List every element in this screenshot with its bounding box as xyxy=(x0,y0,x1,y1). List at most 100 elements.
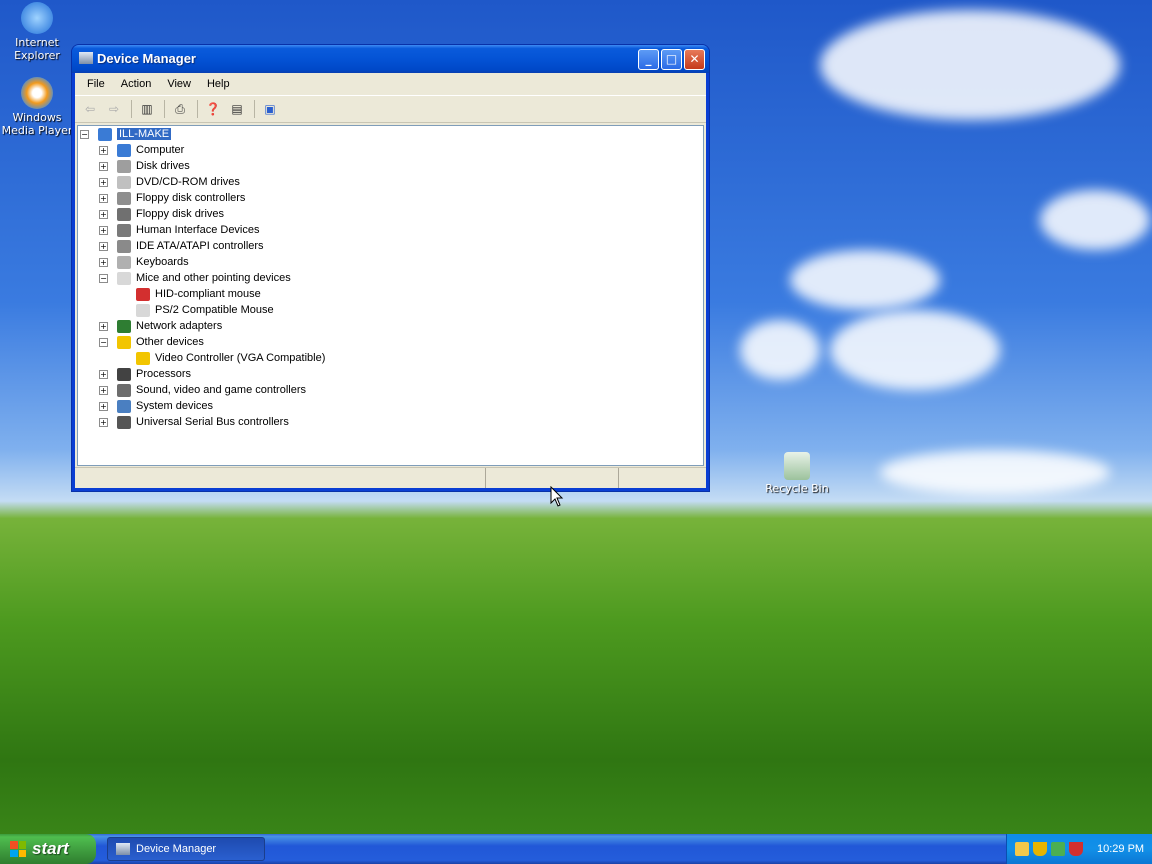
tree-item[interactable]: Universal Serial Bus controllers xyxy=(117,414,289,430)
windows-logo-icon xyxy=(10,841,26,857)
forward-button[interactable]: ⇨ xyxy=(103,99,125,119)
windows-media-player-icon xyxy=(21,77,53,109)
tree-item[interactable]: DVD/CD-ROM drives xyxy=(117,174,240,190)
start-label: start xyxy=(32,839,69,858)
tree-child-item[interactable]: Video Controller (VGA Compatible) xyxy=(136,350,325,366)
tree-item[interactable]: Keyboards xyxy=(117,254,189,270)
expand-icon[interactable]: + xyxy=(99,178,108,187)
close-button[interactable]: ✕ xyxy=(684,49,705,70)
network-tray-icon[interactable] xyxy=(1015,842,1029,856)
help-button[interactable]: ▤ xyxy=(226,99,248,119)
tree-item-label: Network adapters xyxy=(136,320,223,332)
taskbar: start Device Manager 10:29 PM xyxy=(0,834,1152,864)
print-button[interactable]: ⎙ xyxy=(169,99,191,119)
tree-item[interactable]: System devices xyxy=(117,398,213,414)
maximize-button[interactable]: □ xyxy=(661,49,682,70)
cloud xyxy=(790,250,940,310)
tree-item[interactable]: IDE ATA/ATAPI controllers xyxy=(117,238,264,254)
cdrom-icon xyxy=(117,175,131,189)
forward-icon: ⇨ xyxy=(108,102,120,116)
expand-icon[interactable]: + xyxy=(99,194,108,203)
tree-item[interactable]: Floppy disk drives xyxy=(117,206,224,222)
status-pane xyxy=(619,468,706,488)
expand-icon[interactable]: + xyxy=(99,162,108,171)
status-bar xyxy=(75,467,706,488)
tree-child-item[interactable]: PS/2 Compatible Mouse xyxy=(136,302,274,318)
window-body: File Action View Help ⇦ ⇨ ▥ ⎙ ❓ ▤ ▣ − ILL… xyxy=(75,73,706,488)
desktop-icon-label: Windows Media Player xyxy=(1,111,73,137)
desktop-icon-recycle-bin[interactable]: Recycle Bin xyxy=(757,452,837,495)
tree-item-label: Disk drives xyxy=(136,160,190,172)
security-shield-icon[interactable] xyxy=(1033,842,1047,856)
tree-child-item[interactable]: HID-compliant mouse xyxy=(136,286,261,302)
cloud xyxy=(880,450,1110,495)
menu-view[interactable]: View xyxy=(159,78,199,90)
tree-item[interactable]: Sound, video and game controllers xyxy=(117,382,306,398)
back-button[interactable]: ⇦ xyxy=(79,99,101,119)
collapse-icon[interactable]: − xyxy=(80,130,89,139)
toolbar-separator xyxy=(164,100,165,118)
show-hide-console-tree-button[interactable]: ▥ xyxy=(136,99,158,119)
tree-item-label: PS/2 Compatible Mouse xyxy=(155,304,274,316)
back-icon: ⇦ xyxy=(84,102,96,116)
expand-icon[interactable]: + xyxy=(99,370,108,379)
tree-item[interactable]: Floppy disk controllers xyxy=(117,190,245,206)
expand-icon[interactable]: + xyxy=(99,402,108,411)
desktop-icon-windows-media-player[interactable]: Windows Media Player xyxy=(0,77,77,137)
desktop-icon-label: Recycle Bin xyxy=(765,482,829,495)
tree-item[interactable]: Other devices xyxy=(117,334,204,350)
tree-item-label: Floppy disk controllers xyxy=(136,192,246,204)
tree-item[interactable]: Disk drives xyxy=(117,158,190,174)
device-tree: − ILL-MAKE + Computer + Disk drives + DVD/CD-RO… xyxy=(77,125,704,466)
expand-icon[interactable]: + xyxy=(99,386,108,395)
security-alert-icon[interactable] xyxy=(1069,842,1083,856)
mouse-icon xyxy=(117,271,131,285)
tree-item[interactable]: Mice and other pointing devices xyxy=(117,270,291,286)
minimize-icon: _ xyxy=(645,52,652,66)
expand-icon[interactable]: + xyxy=(99,322,108,331)
disk-drive-icon xyxy=(117,159,131,173)
tree-item-label: Mice and other pointing devices xyxy=(136,272,291,284)
toolbar-separator xyxy=(197,100,198,118)
hardware-tray-icon[interactable] xyxy=(1051,842,1065,856)
menu-bar: File Action View Help xyxy=(75,73,706,96)
scan-hardware-icon: ▣ xyxy=(264,102,276,116)
menu-file[interactable]: File xyxy=(79,78,113,90)
close-icon: ✕ xyxy=(689,52,700,66)
properties-button[interactable]: ❓ xyxy=(202,99,224,119)
expand-icon[interactable]: + xyxy=(99,210,108,219)
minimize-button[interactable]: _ xyxy=(638,49,659,70)
menu-help[interactable]: Help xyxy=(199,78,238,90)
tree-item[interactable]: Human Interface Devices xyxy=(117,222,260,238)
device-manager-icon xyxy=(79,52,93,64)
toolbar-separator xyxy=(131,100,132,118)
desktop-icon-internet-explorer[interactable]: Internet Explorer xyxy=(0,2,77,62)
tree-root[interactable]: ILL-MAKE xyxy=(98,126,172,142)
computer-icon xyxy=(98,127,112,141)
show-hide-console-tree-icon: ▥ xyxy=(141,102,153,116)
tree-item-label: HID-compliant mouse xyxy=(155,288,261,300)
help-icon: ▤ xyxy=(231,102,243,116)
tree-item-label: ILL-MAKE xyxy=(117,128,172,140)
expand-icon[interactable]: + xyxy=(99,242,108,251)
collapse-icon[interactable]: − xyxy=(99,338,108,347)
tree-item-label: Computer xyxy=(136,144,185,156)
internet-explorer-icon xyxy=(21,2,53,34)
scan-hardware-button[interactable]: ▣ xyxy=(259,99,281,119)
menu-action[interactable]: Action xyxy=(113,78,160,90)
title-bar[interactable]: Device Manager _ □ ✕ xyxy=(72,45,709,73)
expand-icon[interactable]: + xyxy=(99,418,108,427)
expand-icon[interactable]: + xyxy=(99,258,108,267)
expand-icon[interactable]: + xyxy=(99,226,108,235)
network-adapter-icon xyxy=(117,319,131,333)
expand-icon[interactable]: + xyxy=(99,146,108,155)
start-button[interactable]: start xyxy=(0,834,96,864)
taskbar-button-device-manager[interactable]: Device Manager xyxy=(107,837,265,861)
tree-item[interactable]: Network adapters xyxy=(117,318,222,334)
collapse-icon[interactable]: − xyxy=(99,274,108,283)
taskbar-button-label: Device Manager xyxy=(136,843,217,855)
tree-item[interactable]: Processors xyxy=(117,366,191,382)
tree-item-label: Human Interface Devices xyxy=(136,224,260,236)
desktop-icon-label: Internet Explorer xyxy=(14,36,60,62)
tree-item[interactable]: Computer xyxy=(117,142,184,158)
